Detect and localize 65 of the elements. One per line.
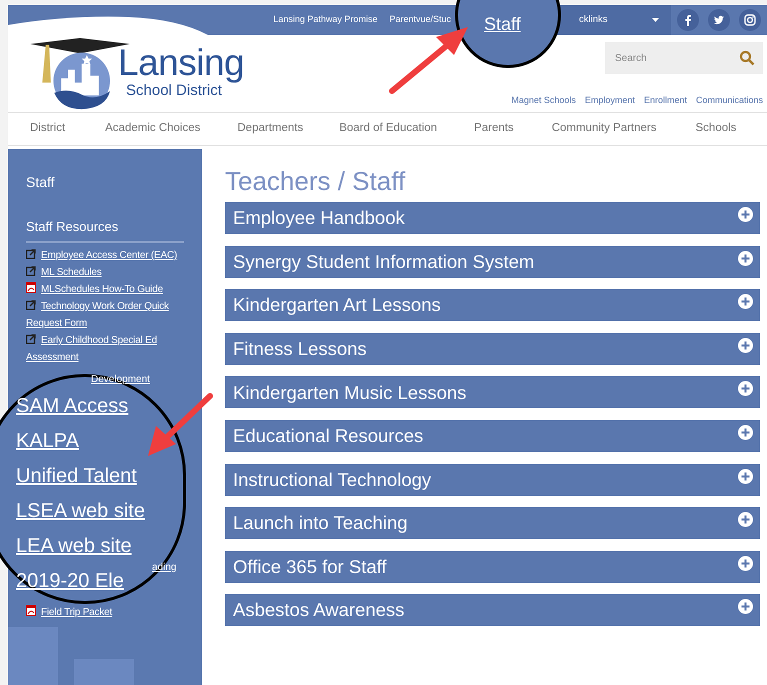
plus-circle-icon bbox=[738, 512, 753, 528]
twitter-icon[interactable] bbox=[708, 9, 730, 31]
logo-wordmark: Lansing bbox=[118, 43, 244, 83]
search-icon[interactable] bbox=[739, 50, 755, 66]
utility-link[interactable]: Enrollment bbox=[644, 94, 687, 108]
plus-circle-icon bbox=[738, 468, 753, 484]
accordion-header[interactable]: Fitness Lessons bbox=[225, 332, 760, 365]
nav-link[interactable]: District bbox=[30, 122, 66, 134]
sidebar-link[interactable]: MLSchedules How-To Guide bbox=[26, 281, 184, 298]
accordion-header[interactable]: Launch into Teaching bbox=[225, 507, 760, 540]
search-field[interactable]: Search bbox=[605, 42, 763, 74]
accordion-header[interactable]: Instructional Technology bbox=[225, 464, 760, 496]
accordion-header[interactable]: Kindergarten Music Lessons bbox=[225, 376, 760, 408]
magnified-link[interactable]: SAM Access bbox=[16, 393, 128, 420]
utility-link[interactable]: Magnet Schools bbox=[511, 94, 576, 108]
page-title: Teachers / Staff bbox=[225, 166, 406, 196]
nav-link[interactable]: Academic Choices bbox=[105, 122, 200, 134]
logo-subtitle: School District bbox=[126, 83, 222, 99]
plus-circle-icon bbox=[738, 424, 753, 440]
staff-link[interactable]: Staff bbox=[484, 11, 521, 38]
accordion-header[interactable]: Employee Handbook bbox=[225, 202, 760, 234]
utility-link[interactable]: Employment bbox=[584, 94, 635, 108]
sidebar-link[interactable]: ML Schedules bbox=[26, 264, 184, 281]
nav-link[interactable]: Parents bbox=[474, 122, 514, 134]
sidebar-link[interactable]: Technology Work Order Quick Request Form bbox=[26, 298, 184, 332]
nav-link[interactable]: Departments bbox=[237, 122, 304, 134]
instagram-icon[interactable] bbox=[739, 9, 761, 31]
magnified-link[interactable]: LEA web site bbox=[16, 533, 132, 560]
sidebar-link[interactable]: Employee Access Center (EAC) bbox=[26, 247, 184, 264]
sidebar-link[interactable]: Field Trip Packet bbox=[26, 604, 112, 621]
pdf-icon bbox=[26, 605, 36, 616]
nav-link[interactable]: Schools bbox=[696, 122, 736, 134]
utility-link[interactable]: Communications bbox=[696, 94, 763, 108]
plus-circle-icon bbox=[738, 294, 753, 310]
accordion-header[interactable]: Asbestos Awareness bbox=[225, 594, 760, 626]
plus-circle-icon bbox=[738, 207, 753, 222]
top-link[interactable]: Parentvue/Stuc bbox=[389, 13, 451, 27]
plus-circle-icon bbox=[738, 338, 753, 353]
facebook-icon[interactable] bbox=[677, 9, 699, 31]
quicklinks-label[interactable]: cklinks bbox=[579, 12, 608, 28]
sidebar-link[interactable]: Early Childhood Special Ed Assessment bbox=[26, 332, 184, 366]
nav-link[interactable]: Board of Education bbox=[339, 122, 438, 134]
accordion-header[interactable]: Synergy Student Information System bbox=[225, 246, 760, 278]
external-link-icon bbox=[26, 249, 36, 259]
magnified-link[interactable]: Unified Talent bbox=[16, 463, 137, 490]
pdf-icon bbox=[26, 282, 36, 293]
external-link-icon bbox=[26, 300, 36, 310]
plus-circle-icon bbox=[738, 556, 753, 571]
accordion-header[interactable]: Kindergarten Art Lessons bbox=[225, 289, 760, 322]
magnified-link[interactable]: KALPA bbox=[16, 428, 79, 455]
accordion-header[interactable]: Office 365 for Staff bbox=[225, 550, 760, 583]
arrow-annotation bbox=[146, 392, 214, 458]
decorative-block bbox=[8, 627, 58, 685]
top-link[interactable]: Lansing Pathway Promise bbox=[273, 13, 378, 27]
section-heading: Staff Resources bbox=[26, 219, 184, 243]
plus-circle-icon bbox=[738, 250, 753, 266]
nav-link[interactable]: Community Partners bbox=[552, 122, 656, 134]
plus-circle-icon bbox=[738, 381, 753, 396]
plus-circle-icon bbox=[738, 599, 753, 614]
magnified-link[interactable]: LSEA web site bbox=[16, 498, 145, 525]
sidebar-title: Staff bbox=[26, 173, 56, 191]
accordion-header[interactable]: Educational Resources bbox=[225, 420, 760, 452]
external-link-icon bbox=[26, 334, 36, 344]
caret-icon bbox=[652, 18, 659, 22]
external-link-icon bbox=[26, 266, 36, 276]
